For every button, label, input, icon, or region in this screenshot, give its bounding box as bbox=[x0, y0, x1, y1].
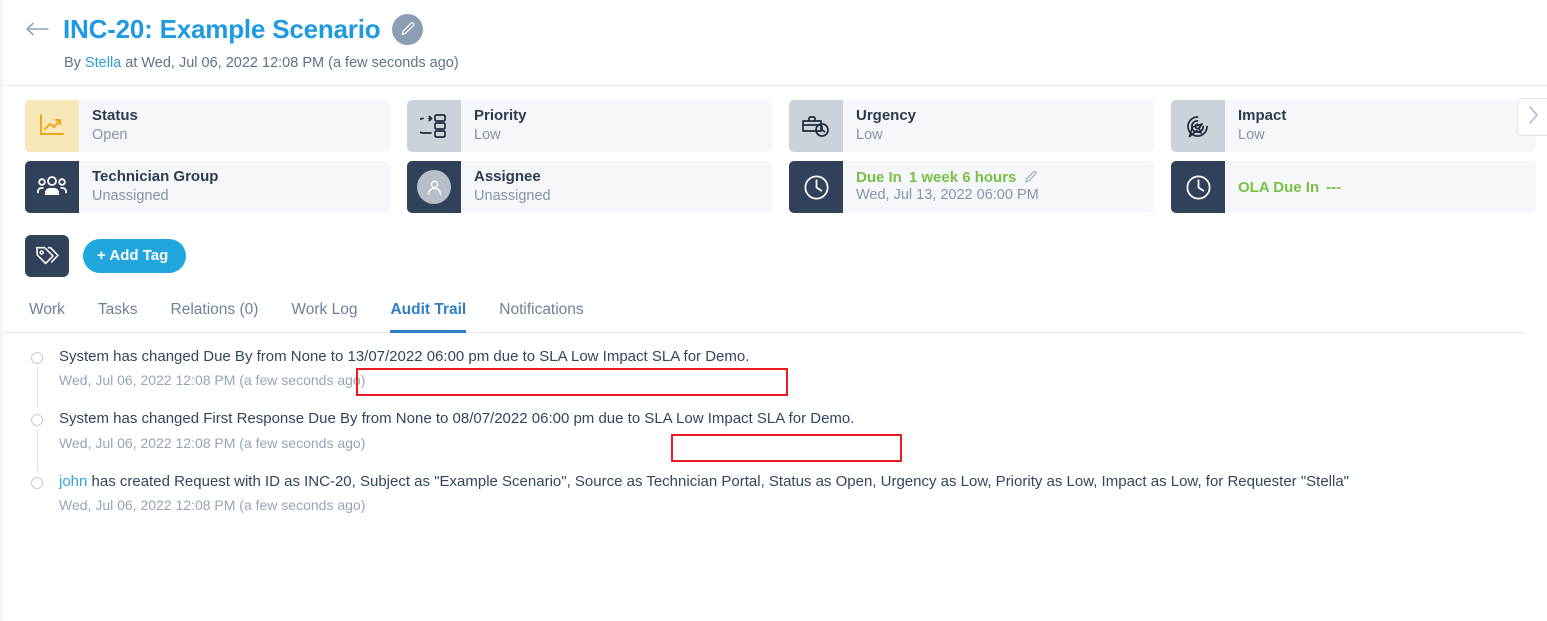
timeline-bullet-icon bbox=[31, 352, 43, 364]
card-due-in[interactable]: Due In 1 week 6 hours Wed, Jul 13, 2022 … bbox=[789, 161, 1154, 213]
audit-trail-entry: john has created Request with ID as INC-… bbox=[31, 472, 1547, 513]
card-assignee[interactable]: Assignee Unassigned bbox=[407, 161, 772, 213]
tag-icon[interactable] bbox=[25, 235, 69, 277]
card-status[interactable]: Status Open bbox=[25, 100, 390, 152]
next-attributes-button[interactable] bbox=[1517, 98, 1547, 136]
ola-due-in-label: OLA Due In bbox=[1238, 178, 1320, 196]
audit-entry-text: john has created Request with ID as INC-… bbox=[59, 472, 1547, 492]
pencil-icon bbox=[402, 21, 415, 35]
page-header: INC-20: Example Scenario By Stella at We… bbox=[3, 0, 1547, 86]
assignee-avatar bbox=[407, 161, 461, 213]
card-value: Unassigned bbox=[474, 187, 551, 204]
page-title: INC-20: Example Scenario bbox=[63, 13, 381, 44]
audit-entry-text: System has changed First Response Due By… bbox=[59, 410, 855, 428]
byline: By Stella at Wed, Jul 06, 2022 12:08 PM … bbox=[64, 55, 1547, 71]
card-assignee-body: Assignee Unassigned bbox=[461, 161, 772, 213]
attribute-card-row-1: Status Open Priority Low Urgency Low Imp… bbox=[25, 100, 1536, 152]
card-urgency-body: Urgency Low bbox=[843, 100, 1154, 152]
briefcase-clock-icon bbox=[789, 100, 843, 152]
card-label: Assignee bbox=[474, 168, 541, 186]
audit-entry-text: System has changed Due By from None to 1… bbox=[59, 348, 750, 365]
tab-work[interactable]: Work bbox=[29, 301, 65, 333]
audit-entry-time: Wed, Jul 06, 2022 12:08 PM (a few second… bbox=[59, 496, 366, 513]
attribute-cards-area: Status Open Priority Low Urgency Low Imp… bbox=[3, 86, 1547, 213]
ola-due-in-value: --- bbox=[1326, 178, 1342, 196]
title-row: INC-20: Example Scenario bbox=[25, 10, 1547, 48]
card-impact-body: Impact Low bbox=[1225, 100, 1536, 152]
card-technician-group[interactable]: Technician Group Unassigned bbox=[25, 161, 390, 213]
due-in-subtext: Wed, Jul 13, 2022 06:00 PM bbox=[856, 187, 1039, 204]
tab-notifications[interactable]: Notifications bbox=[499, 301, 583, 333]
detail-tabs: Work Tasks Relations (0) Work Log Audit … bbox=[3, 277, 1525, 333]
audit-trail-entry: System has changed Due By from None to 1… bbox=[31, 347, 1547, 408]
edit-due-in-button[interactable] bbox=[1023, 170, 1038, 185]
attribute-card-row-2: Technician Group Unassigned Assignee Una… bbox=[25, 161, 1536, 213]
timeline-bullet-icon bbox=[31, 414, 43, 427]
card-impact[interactable]: Impact Low bbox=[1171, 100, 1536, 152]
due-in-label: Due In bbox=[856, 169, 902, 187]
audit-trail-entry: System has changed First Response Due By… bbox=[31, 409, 1547, 470]
card-ola-due-in-body: OLA Due In --- bbox=[1225, 161, 1536, 213]
card-status-body: Status Open bbox=[79, 100, 390, 152]
card-urgency[interactable]: Urgency Low bbox=[789, 100, 1154, 152]
due-in-value: 1 week 6 hours bbox=[908, 169, 1017, 187]
priority-flow-icon bbox=[407, 100, 461, 152]
tab-work-log[interactable]: Work Log bbox=[291, 301, 357, 333]
card-label: Priority bbox=[474, 107, 527, 125]
card-label: Technician Group bbox=[92, 168, 219, 186]
audit-entry-time: Wed, Jul 06, 2022 12:08 PM (a few second… bbox=[59, 434, 366, 451]
audit-trail-list: System has changed Due By from None to 1… bbox=[3, 333, 1547, 513]
audit-entry-body: has created Request with ID as INC-20, S… bbox=[87, 472, 1349, 490]
card-label: Urgency bbox=[856, 107, 917, 125]
ola-due-in-line: OLA Due In --- bbox=[1238, 179, 1536, 196]
edit-title-button[interactable] bbox=[392, 13, 424, 45]
card-value: Low bbox=[856, 126, 883, 143]
card-label: Impact bbox=[1238, 107, 1287, 125]
audit-entry-actor-link[interactable]: john bbox=[59, 473, 87, 490]
people-group-icon bbox=[25, 161, 79, 213]
card-value: Unassigned bbox=[92, 187, 169, 204]
audit-entry-time: Wed, Jul 06, 2022 12:08 PM (a few second… bbox=[59, 372, 366, 389]
tab-tasks[interactable]: Tasks bbox=[98, 301, 138, 333]
timeline-bullet-icon bbox=[31, 476, 43, 489]
card-value: Low bbox=[1238, 126, 1265, 143]
line-chart-icon bbox=[25, 100, 79, 152]
tab-audit-trail[interactable]: Audit Trail bbox=[390, 301, 467, 333]
clock-icon bbox=[1171, 161, 1225, 213]
user-avatar-icon bbox=[417, 170, 451, 204]
card-value: Open bbox=[92, 126, 128, 143]
tag-row: + Add Tag bbox=[3, 222, 1547, 277]
target-arrow-icon bbox=[1171, 100, 1225, 152]
add-tag-button[interactable]: + Add Tag bbox=[83, 239, 187, 273]
card-due-in-body: Due In 1 week 6 hours Wed, Jul 13, 2022 … bbox=[843, 161, 1154, 213]
card-ola-due-in[interactable]: OLA Due In --- bbox=[1171, 161, 1536, 213]
byline-prefix: By bbox=[64, 55, 85, 71]
card-value: Low bbox=[474, 126, 501, 143]
byline-user-link[interactable]: Stella bbox=[85, 55, 121, 71]
tab-relations[interactable]: Relations (0) bbox=[171, 301, 259, 333]
card-priority-body: Priority Low bbox=[461, 100, 772, 152]
card-label: Status bbox=[92, 107, 138, 125]
arrow-left-icon[interactable] bbox=[25, 16, 51, 42]
card-technician-group-body: Technician Group Unassigned bbox=[79, 161, 390, 213]
due-in-line: Due In 1 week 6 hours bbox=[856, 169, 1154, 186]
byline-suffix: at Wed, Jul 06, 2022 12:08 PM (a few sec… bbox=[121, 55, 459, 71]
chevron-right-icon bbox=[1527, 105, 1540, 130]
card-priority[interactable]: Priority Low bbox=[407, 100, 772, 152]
clock-icon bbox=[789, 161, 843, 213]
request-detail-page: INC-20: Example Scenario By Stella at We… bbox=[0, 0, 1547, 621]
